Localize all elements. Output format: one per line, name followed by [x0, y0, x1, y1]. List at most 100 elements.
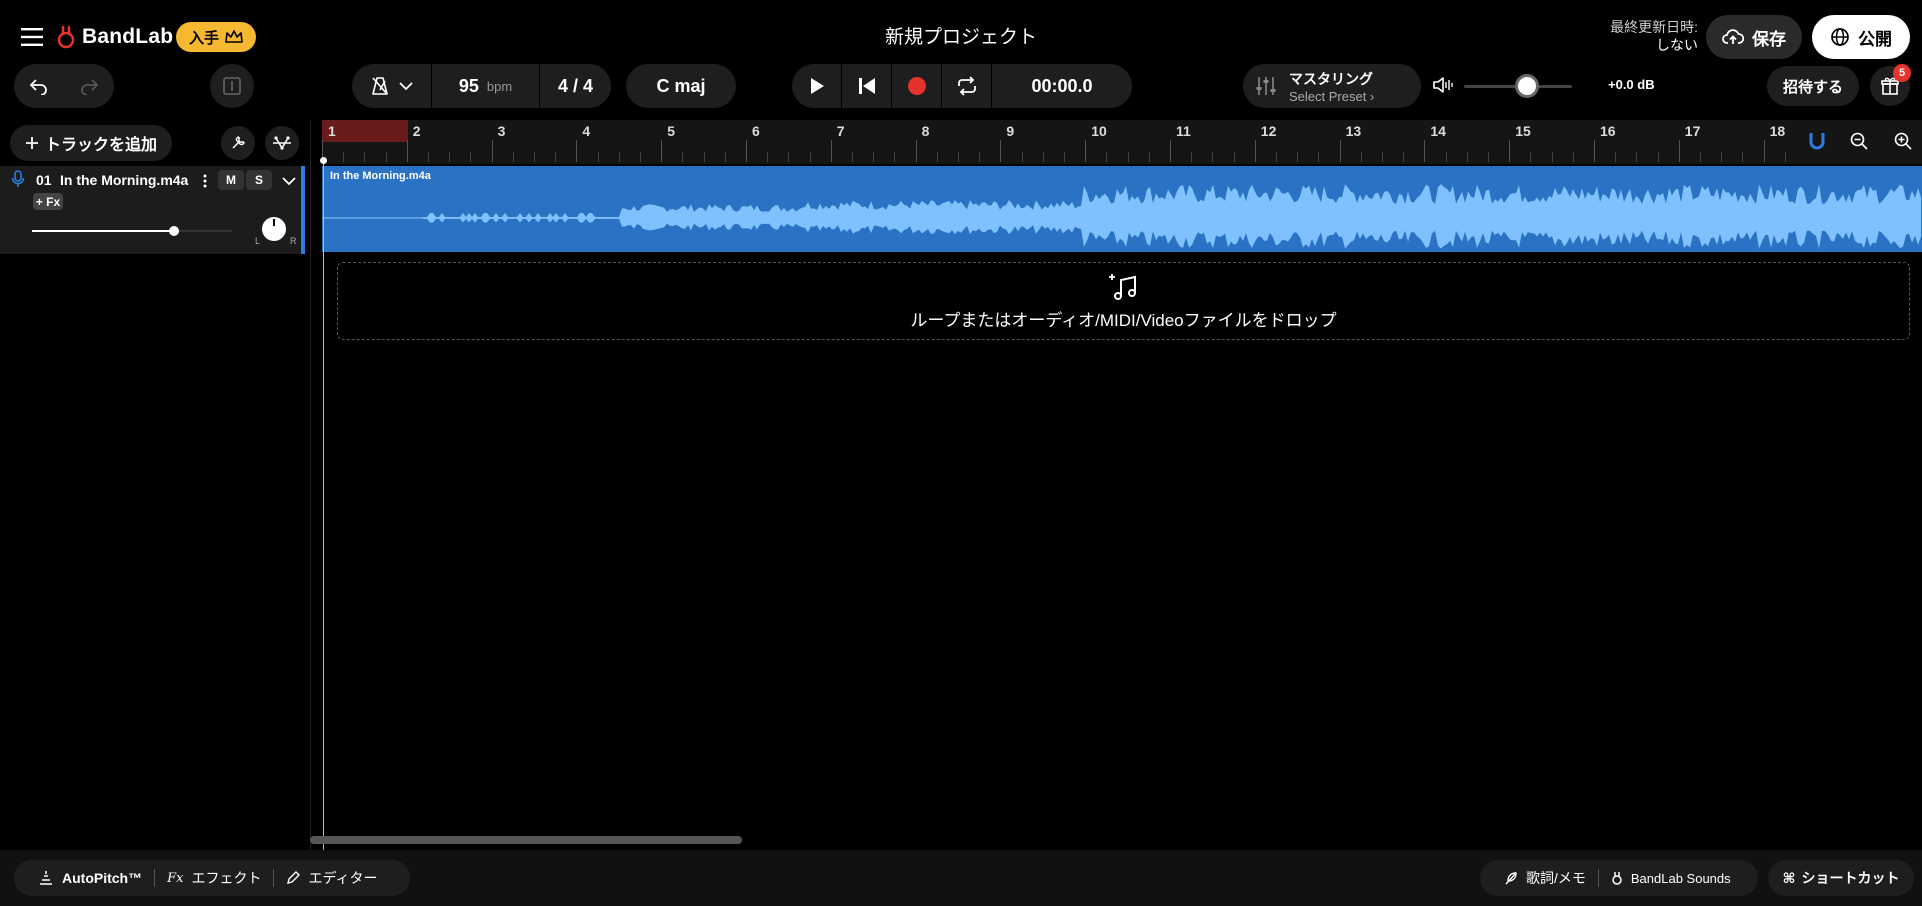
cloud-upload-icon	[1722, 29, 1744, 44]
timeline-ruler[interactable]	[322, 120, 1922, 164]
bandlab-sounds-label: BandLab Sounds	[1630, 870, 1731, 886]
waveform	[322, 184, 1921, 249]
tempo-group: 95 bpm 4 / 4	[352, 64, 611, 108]
microphone-icon	[11, 170, 25, 187]
lyrics-button[interactable]: 歌詞/メモ	[1492, 868, 1598, 888]
time-display: 00:00.0	[1031, 75, 1093, 96]
ruler-tick	[979, 152, 981, 162]
track-expand-button[interactable]	[278, 170, 300, 192]
ruler-tick	[618, 152, 620, 162]
ruler-bar-number: 12	[1260, 123, 1277, 139]
ruler-tick	[703, 152, 705, 162]
ruler-bar-number: 4	[582, 123, 591, 139]
autopitch-label: AutoPitch™	[62, 870, 143, 886]
bandlab-sounds-button[interactable]: BandLab Sounds	[1599, 868, 1743, 888]
publish-button[interactable]: 公開	[1812, 15, 1910, 59]
ruler-tick	[1509, 140, 1511, 162]
ruler-tick	[364, 152, 366, 162]
tempo-input[interactable]: 95 bpm	[432, 64, 540, 108]
ruler-bar-number: 6	[752, 123, 760, 139]
ruler-tick	[449, 152, 451, 162]
ruler-tick	[1594, 140, 1595, 162]
drop-zone[interactable]: ループまたはオーディオ/MIDI/Videoファイルをドロップ	[337, 262, 1910, 340]
ruler-bar-number: 9	[1006, 123, 1015, 139]
ruler-tick	[534, 152, 535, 162]
ruler-tick	[1021, 152, 1023, 162]
panel-divider	[310, 120, 311, 850]
metronome-button[interactable]	[352, 64, 432, 108]
command-icon: ⌘	[1782, 869, 1796, 886]
get-membership-button[interactable]: 入手	[176, 22, 256, 52]
autopitch-button[interactable]: AutoPitch™	[26, 868, 154, 888]
ruler-bar-number: 16	[1600, 123, 1616, 139]
ruler-tick	[406, 140, 408, 162]
pan-knob[interactable]	[262, 217, 286, 241]
ruler-tick	[1424, 140, 1426, 162]
ruler-bar-number: 15	[1515, 123, 1531, 139]
playhead-handle[interactable]	[320, 157, 327, 164]
master-volume-knob[interactable]	[1514, 74, 1539, 98]
shortcuts-button[interactable]: ⌘ ショートカット	[1768, 860, 1914, 896]
solo-button[interactable]: S	[246, 170, 272, 190]
effects-button[interactable]: Fx エフェクト	[155, 868, 273, 888]
ruler-tick	[1530, 152, 1532, 162]
horizontal-scrollbar-thumb[interactable]	[310, 836, 742, 844]
ruler-tick	[1000, 140, 1002, 162]
ruler-tick	[1466, 152, 1468, 162]
master-mute-button[interactable]	[1432, 76, 1454, 99]
key-button[interactable]: C maj	[626, 64, 736, 108]
zoom-out-button[interactable]	[1850, 132, 1868, 155]
invite-button[interactable]: 招待する	[1767, 66, 1859, 106]
pan-left-label: L	[255, 236, 261, 246]
ruler-bar-number: 17	[1684, 123, 1701, 139]
ruler-tick	[1127, 152, 1129, 162]
playhead[interactable]	[323, 160, 324, 850]
ruler-tick	[1784, 152, 1786, 162]
track-name[interactable]: In the Morning.m4a	[60, 172, 188, 188]
shortcuts-label: ショートカット	[1801, 870, 1900, 886]
metronome-icon	[371, 77, 388, 95]
editor-button[interactable]: エディター	[274, 868, 389, 888]
ruler-tick	[873, 152, 875, 162]
loop-button[interactable]	[942, 64, 992, 108]
rewind-button[interactable]	[842, 64, 892, 108]
record-button[interactable]	[892, 64, 942, 108]
ruler-tick	[1742, 152, 1744, 162]
get-label: 入手	[188, 29, 219, 47]
automation-button[interactable]	[265, 126, 299, 160]
ruler-tick	[894, 152, 896, 162]
play-button[interactable]	[792, 64, 842, 108]
ruler-tick	[512, 152, 514, 162]
track-options-button[interactable]	[200, 172, 210, 190]
ruler-tick	[1170, 140, 1171, 162]
mastering-button[interactable]: マスタリング Select Preset ›	[1243, 64, 1421, 108]
waveform-shape	[322, 184, 1921, 249]
time-signature[interactable]: 4 / 4	[540, 64, 611, 108]
sliders-icon	[1256, 77, 1276, 95]
save-button[interactable]: 保存	[1706, 15, 1802, 59]
redo-button[interactable]	[64, 64, 114, 108]
plus-icon	[25, 137, 38, 149]
ruler-tick	[470, 152, 472, 162]
split-button[interactable]	[210, 64, 254, 108]
undo-button[interactable]	[14, 64, 64, 108]
add-fx-button[interactable]: + Fx	[33, 193, 63, 210]
chevron-down-icon	[398, 81, 413, 90]
tuner-button[interactable]	[221, 126, 255, 160]
add-track-button[interactable]: トラックを追加	[10, 125, 172, 161]
track-volume-fill	[32, 230, 174, 232]
crown-icon	[225, 30, 243, 43]
redo-icon	[81, 79, 99, 95]
menu-button[interactable]	[14, 20, 50, 54]
ruler-tick	[809, 152, 811, 162]
quill-icon	[1505, 872, 1517, 885]
snap-button[interactable]	[1808, 131, 1826, 156]
loop-icon	[957, 76, 976, 96]
mute-button[interactable]: M	[218, 170, 244, 190]
zoom-in-button[interactable]	[1894, 132, 1912, 155]
ruler-tick	[1085, 140, 1087, 162]
zoom-tools	[1800, 120, 1922, 164]
track-volume-handle[interactable]	[169, 226, 179, 236]
track-arm-button[interactable]	[11, 170, 25, 193]
bandlab-logo[interactable]: BandLab	[56, 22, 173, 52]
